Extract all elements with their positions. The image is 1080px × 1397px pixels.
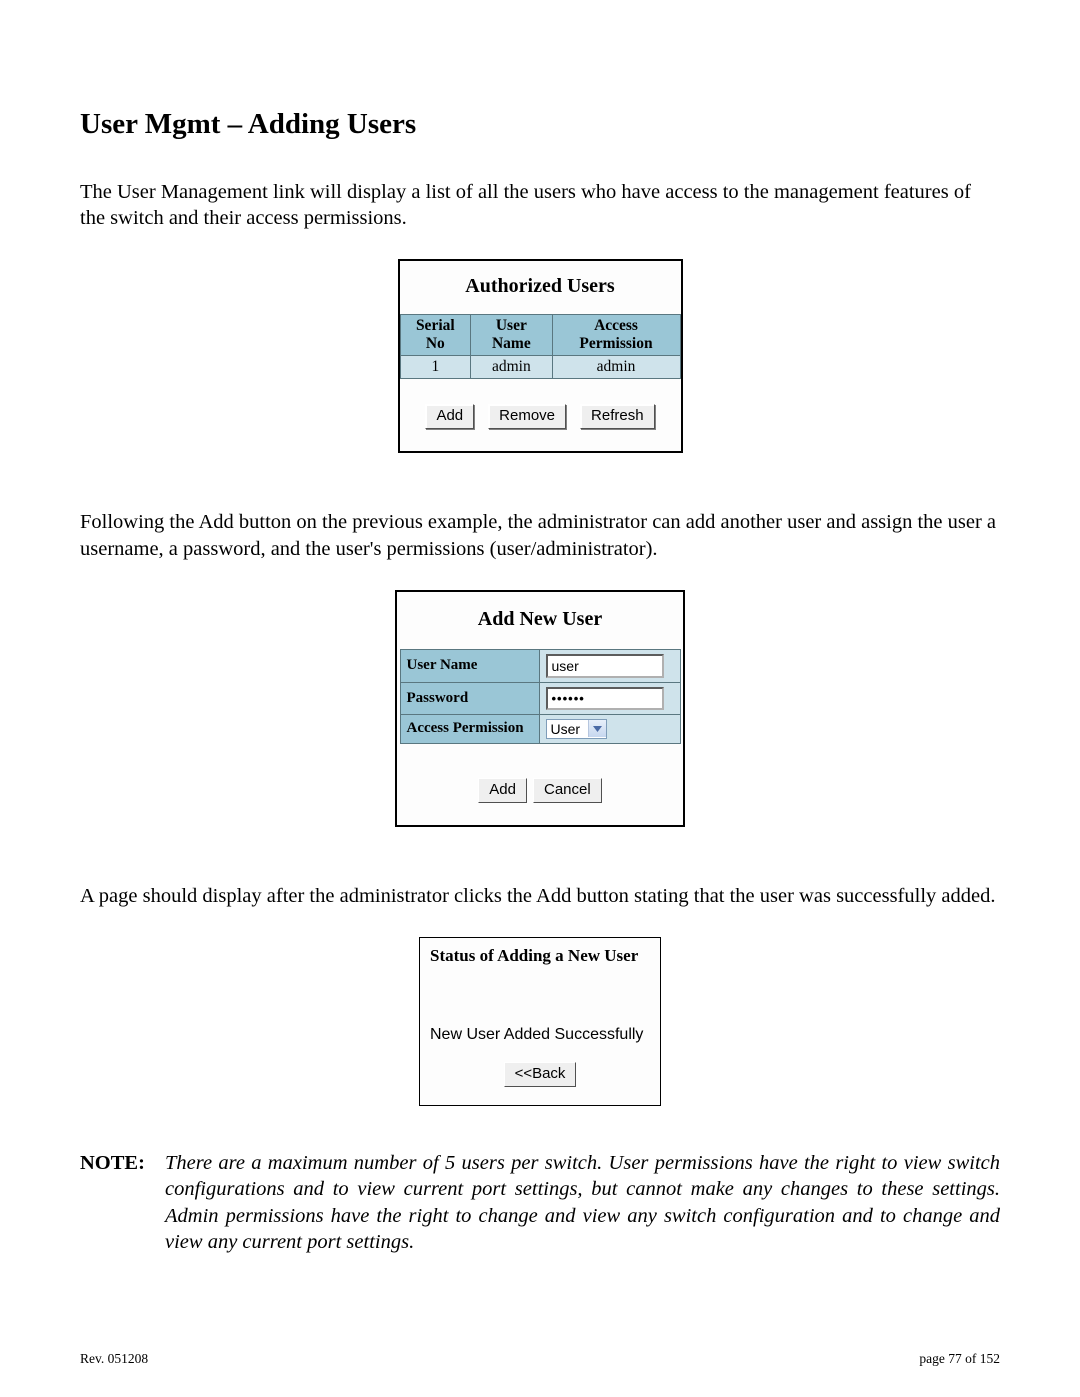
cancel-button[interactable]: Cancel [533,778,602,803]
col-serial-no: Serial No [400,315,471,356]
add-new-user-panel: Add New User User Name Password •••••• A… [395,590,685,827]
table-row[interactable]: 1 admin admin [400,356,680,379]
username-input[interactable] [546,654,664,678]
authorized-users-title: Authorized Users [400,271,681,314]
remove-button[interactable]: Remove [488,404,566,429]
authorized-users-table: Serial No User Name Access Permission 1 … [400,314,681,379]
refresh-button[interactable]: Refresh [580,404,655,429]
status-panel: Status of Adding a New User New User Add… [419,937,661,1106]
cell-perm: admin [552,356,680,379]
status-title: Status of Adding a New User [428,944,652,1026]
access-permission-label: Access Permission [400,714,539,743]
col-user-name: User Name [471,315,552,356]
add-new-user-title: Add New User [397,604,683,649]
chevron-down-icon [588,720,606,737]
cell-serial: 1 [400,356,471,379]
add-button[interactable]: Add [425,404,474,429]
access-permission-select[interactable]: User [546,719,608,739]
footer-page: page 77 of 152 [919,1351,1000,1367]
back-button[interactable]: <<Back [504,1062,577,1087]
password-label: Password [400,682,539,714]
password-input[interactable]: •••••• [546,687,664,710]
add-user-paragraph: Following the Add button on the previous… [80,509,1000,561]
add-user-form: User Name Password •••••• Access Permiss… [400,649,681,744]
status-message: New User Added Successfully [428,1026,652,1062]
cell-user: admin [471,356,552,379]
note-text: There are a maximum number of 5 users pe… [165,1150,1000,1255]
intro-paragraph: The User Management link will display a … [80,179,1000,231]
status-paragraph: A page should display after the administ… [80,883,1000,909]
col-access-permission: Access Permission [552,315,680,356]
username-label: User Name [400,649,539,682]
add-submit-button[interactable]: Add [478,778,527,803]
footer-rev: Rev. 051208 [80,1351,148,1367]
page-title: User Mgmt – Adding Users [80,108,1000,141]
note-block: NOTE: There are a maximum number of 5 us… [80,1150,1000,1255]
authorized-users-panel: Authorized Users Serial No User Name Acc… [398,259,683,453]
note-label: NOTE: [80,1150,165,1255]
select-value: User [547,720,589,738]
